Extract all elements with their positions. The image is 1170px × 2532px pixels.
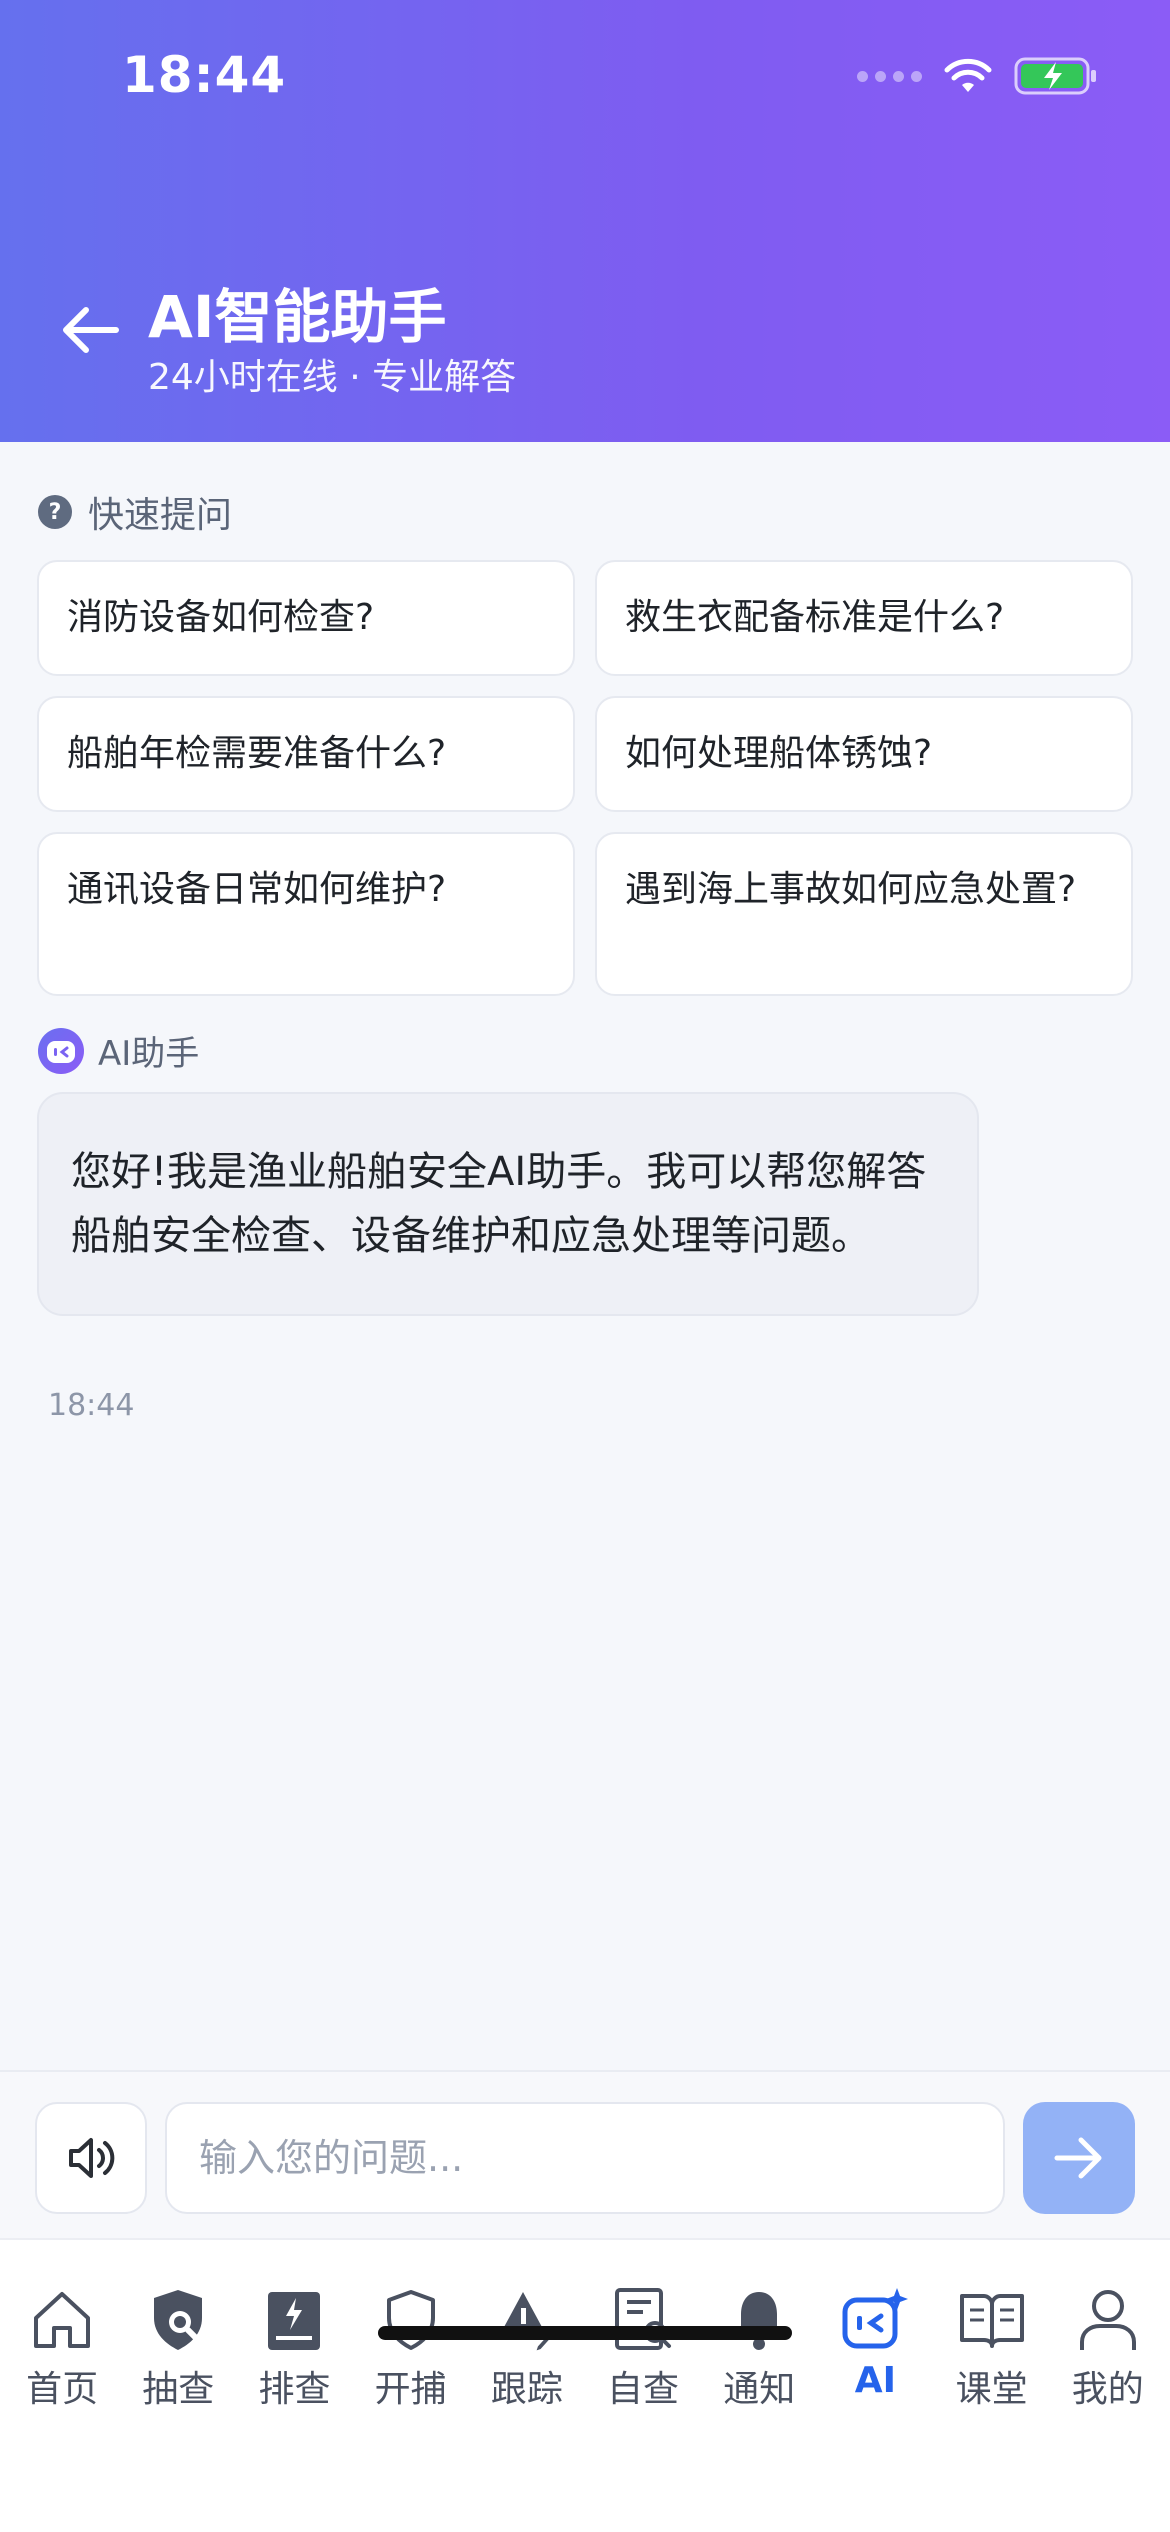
battery-charging-icon	[1014, 57, 1096, 95]
shield-search-icon	[154, 2290, 203, 2350]
document-search-icon	[615, 2288, 672, 2350]
page-subtitle: 24小时在线 · 专业解答	[148, 357, 517, 398]
cellular-signal-icon	[857, 70, 922, 82]
message-time: 18:44	[48, 1388, 135, 1423]
quick-questions-grid: 消防设备如何检查? 救生衣配备标准是什么? 船舶年检需要准备什么? 如何处理船体…	[37, 560, 1133, 996]
question-input[interactable]	[165, 2102, 1005, 2214]
nav-label: AI	[854, 2360, 897, 2401]
bottom-nav: 首页 抽查 排查 开捕 跟踪 自查 通知 AI 课堂 我的	[0, 2238, 1170, 2532]
ai-sparkle-icon	[842, 2288, 909, 2349]
nav-item-investigation[interactable]: 排查	[238, 2286, 350, 2412]
nav-item-fishing-open[interactable]: 开捕	[355, 2286, 467, 2412]
quick-questions-label: ? 快速提问	[38, 486, 232, 538]
quick-question-card[interactable]: 通讯设备日常如何维护?	[37, 832, 575, 996]
wifi-icon	[944, 58, 992, 92]
nav-label: 课堂	[955, 2369, 1028, 2410]
bot-message-bubble: 您好!我是渔业船舶安全AI助手。我可以帮您解答船舶安全检查、设备维护和应急处理等…	[37, 1092, 979, 1316]
nav-item-profile[interactable]: 我的	[1052, 2286, 1164, 2412]
nav-label: 自查	[607, 2369, 680, 2410]
nav-label: 通知	[723, 2369, 796, 2410]
user-icon	[1079, 2290, 1136, 2350]
bot-avatar-icon	[38, 1027, 84, 1074]
speaker-icon	[69, 2138, 115, 2178]
quick-question-card[interactable]: 消防设备如何检查?	[37, 560, 575, 676]
quick-questions-title: 快速提问	[88, 495, 233, 536]
nav-label: 我的	[1071, 2369, 1144, 2410]
quick-question-card[interactable]: 如何处理船体锈蚀?	[595, 696, 1133, 812]
nav-label: 首页	[26, 2369, 99, 2410]
quick-question-card[interactable]: 救生衣配备标准是什么?	[595, 560, 1133, 676]
nav-label: 抽查	[142, 2369, 215, 2410]
send-button[interactable]	[1023, 2102, 1135, 2214]
nav-item-self-check[interactable]: 自查	[587, 2286, 699, 2412]
bell-icon	[733, 2292, 786, 2350]
shield-icon	[386, 2290, 435, 2350]
nav-item-classroom[interactable]: 课堂	[936, 2286, 1048, 2412]
nav-label: 开捕	[374, 2369, 447, 2410]
nav-item-home[interactable]: 首页	[6, 2286, 118, 2412]
nav-label: 排查	[258, 2369, 331, 2410]
home-icon	[34, 2292, 91, 2348]
clipboard-bolt-icon	[268, 2292, 321, 2350]
page-title: AI智能助手	[148, 283, 447, 351]
bot-label: AI助手	[38, 1026, 199, 1075]
back-button[interactable]	[50, 290, 130, 370]
nav-label: 跟踪	[490, 2369, 563, 2410]
input-bar	[0, 2070, 1170, 2238]
nav-item-ai[interactable]: AI	[819, 2286, 931, 2412]
bot-name: AI助手	[98, 1034, 200, 1074]
warning-edit-icon	[496, 2292, 561, 2354]
nav-item-tracking[interactable]: 跟踪	[471, 2286, 583, 2412]
status-icons	[857, 56, 1100, 96]
book-icon	[959, 2294, 1024, 2348]
header: 18:44 AI智能助手 24小时在线 · 专业解答	[0, 0, 1170, 442]
quick-question-card[interactable]: 船舶年检需要准备什么?	[37, 696, 575, 812]
arrow-left-icon	[63, 307, 119, 353]
home-indicator	[378, 2326, 792, 2340]
nav-item-spot-check[interactable]: 抽查	[122, 2286, 234, 2412]
nav-item-notifications[interactable]: 通知	[703, 2286, 815, 2412]
status-time: 18:44	[122, 46, 287, 104]
arrow-right-icon	[1054, 2137, 1102, 2179]
quick-question-card[interactable]: 遇到海上事故如何应急处置?	[595, 832, 1133, 996]
question-icon: ?	[38, 495, 72, 529]
voice-button[interactable]	[35, 2102, 147, 2214]
